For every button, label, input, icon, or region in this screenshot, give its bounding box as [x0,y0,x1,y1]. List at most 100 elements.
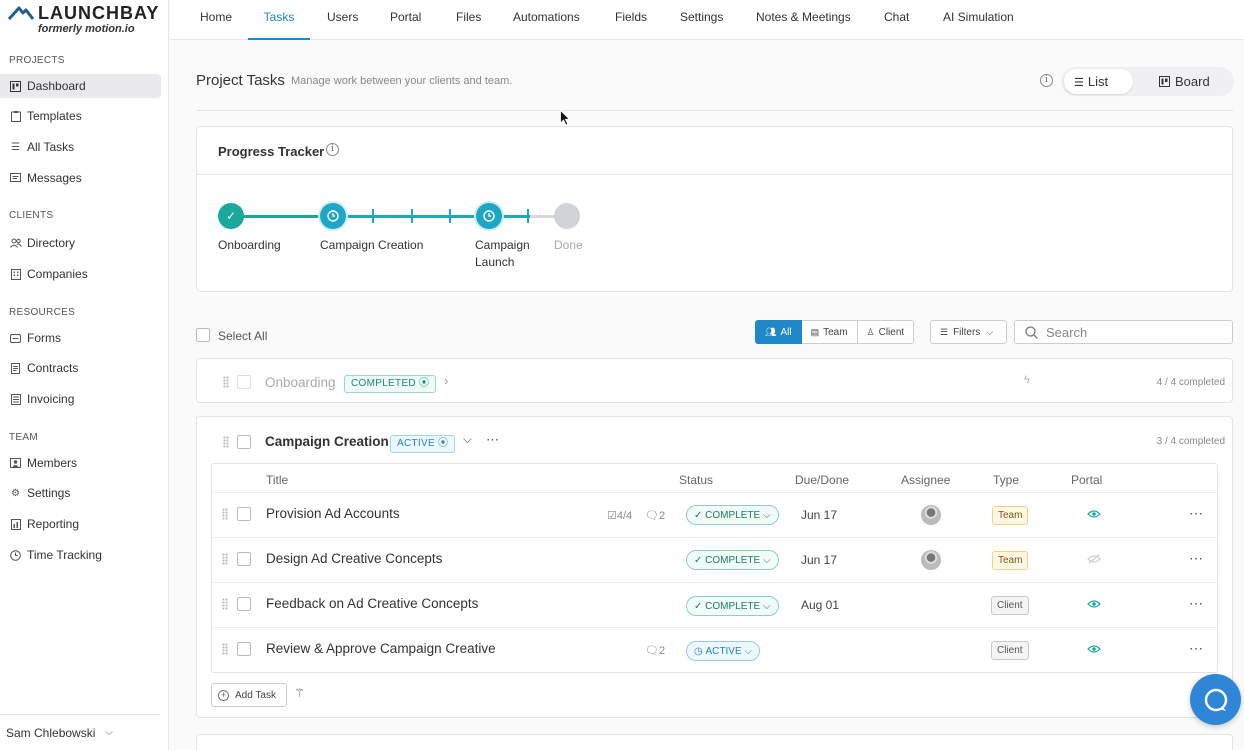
user-name: Sam Chlebowski [6,725,96,740]
select-all-checkbox[interactable] [196,328,210,342]
chevron-right-icon[interactable]: › [444,373,448,388]
tab-users[interactable]: Users [327,0,358,40]
next-group-card [196,734,1233,750]
drag-handle-icon[interactable] [223,376,229,388]
group-checkbox[interactable] [237,375,251,389]
eye-icon[interactable] [1087,644,1101,654]
filter-team-button[interactable]: ▤ Team [801,320,858,344]
help-chat-button[interactable] [1190,674,1241,725]
task-checkbox[interactable] [237,597,251,611]
sidebar-item-forms[interactable]: Forms [0,326,161,350]
task-checkbox[interactable] [237,507,251,521]
tab-files[interactable]: Files [456,0,481,40]
row-more-icon[interactable]: ⋯ [1189,595,1203,612]
drag-handle-icon[interactable] [222,553,228,565]
magic-wand-icon[interactable]: ⚚ [294,686,305,700]
sidebar-item-contracts[interactable]: Contracts [0,356,161,380]
building-icon [9,268,22,281]
top-nav: Home Tasks Users Portal Files Automation… [170,0,1244,40]
more-options-icon[interactable]: ⋯ [486,432,499,448]
drag-handle-icon[interactable] [222,643,228,655]
column-header-assignee[interactable]: Assignee [901,473,950,487]
user-menu[interactable]: Sam Chlebowski ⌵ [0,714,160,750]
sidebar-item-templates[interactable]: Templates [0,104,161,128]
drag-handle-icon[interactable] [222,508,228,520]
drag-handle-icon[interactable] [222,598,228,610]
sidebar-item-directory[interactable]: Directory [0,231,161,255]
eye-icon[interactable] [1087,509,1101,519]
sidebar-item-messages[interactable]: Messages [0,166,161,190]
tab-ai-simulation[interactable]: AI Simulation [943,0,1014,40]
sidebar-item-reporting[interactable]: Reporting [0,512,161,536]
row-more-icon[interactable]: ⋯ [1189,550,1203,567]
filter-client-button[interactable]: ♙ Client [857,320,915,344]
search-input[interactable] [1046,324,1216,340]
task-title[interactable]: Design Ad Creative Concepts [266,551,442,566]
tab-notes-meetings[interactable]: Notes & Meetings [756,0,851,40]
column-header-type[interactable]: Type [993,473,1019,487]
filter-lines-icon: ☰ [940,326,949,337]
avatar[interactable] [921,505,941,525]
milestone-completed-check-icon[interactable]: ✓ [218,203,244,229]
sidebar-item-all-tasks[interactable]: ☰ All Tasks [0,135,161,159]
team-card-icon: ▤ [810,326,820,337]
add-task-button[interactable]: + Add Task [211,683,287,707]
eye-off-icon[interactable] [1087,554,1101,564]
sidebar-item-dashboard[interactable]: Dashboard [0,74,161,98]
milestone-active-clock-icon[interactable] [320,203,346,229]
tab-fields[interactable]: Fields [615,0,647,40]
group-title[interactable]: Onboarding [265,375,336,390]
tab-home[interactable]: Home [200,0,232,40]
eye-icon[interactable] [1087,599,1101,609]
automation-bolt-icon[interactable]: ϟ [1024,374,1030,386]
task-title[interactable]: Review & Approve Campaign Creative [266,641,496,656]
column-header-due[interactable]: Due/Done [795,473,849,487]
tab-chat[interactable]: Chat [884,0,909,40]
milestone-label: Onboarding [218,238,281,252]
sidebar-item-time-tracking[interactable]: Time Tracking [0,543,161,567]
sidebar-item-label: All Tasks [27,140,75,154]
tab-portal[interactable]: Portal [390,0,421,40]
sidebar-item-companies[interactable]: Companies [0,262,161,286]
task-title[interactable]: Feedback on Ad Creative Concepts [266,596,478,611]
avatar[interactable] [921,550,941,570]
sidebar-item-label: Dashboard [27,79,86,93]
tab-automations[interactable]: Automations [513,0,580,40]
task-checkbox[interactable] [237,642,251,656]
info-icon[interactable]: i [326,143,339,156]
tab-tasks[interactable]: Tasks [248,0,310,40]
row-more-icon[interactable]: ⋯ [1189,640,1203,657]
column-header-portal[interactable]: Portal [1071,473,1102,487]
column-header-title[interactable]: Title [266,473,288,487]
progress-tracker: Progress Tracker i ✓ Onboarding Campaign… [196,126,1233,292]
chevron-down-icon: ⌵ [741,645,752,657]
group-title[interactable]: Campaign Creation [265,434,389,449]
info-icon[interactable]: i [1040,74,1053,87]
group-checkbox[interactable] [237,435,251,449]
status-dropdown[interactable]: ✓ COMPLETE ⌵ [686,505,779,525]
tab-settings[interactable]: Settings [680,0,723,40]
chevron-down-icon: ⌵ [760,600,771,612]
sidebar-item-settings[interactable]: ⚙ Settings [0,481,161,505]
row-more-icon[interactable]: ⋯ [1189,505,1203,522]
list-view-button[interactable]: ☰ List [1064,69,1133,94]
sidebar-item-label: Templates [27,109,82,123]
filter-all-button[interactable]: 👥︎ All [755,320,802,344]
status-dropdown[interactable]: ✓ COMPLETE ⌵ [686,550,779,570]
drag-handle-icon[interactable] [223,436,229,448]
sidebar-item-invoicing[interactable]: Invoicing [0,387,161,411]
chevron-down-icon[interactable]: ⌵ [463,432,472,447]
milestone-active-clock-icon[interactable] [476,203,502,229]
filters-dropdown[interactable]: ☰ Filters ⌵ [930,320,1007,344]
sidebar-item-members[interactable]: Members [0,451,161,475]
milestone-label: Campaign Launch [475,238,530,269]
milestone-pending-dot[interactable] [554,203,580,229]
task-checkbox[interactable] [237,552,251,566]
status-dropdown[interactable]: ◷ ACTIVE ⌵ [686,641,760,661]
type-badge: Team [992,506,1029,525]
column-header-status[interactable]: Status [679,473,713,487]
task-title[interactable]: Provision Ad Accounts [266,506,400,521]
status-dropdown[interactable]: ✓ COMPLETE ⌵ [686,596,779,616]
board-view-button[interactable]: Board [1149,69,1229,94]
task-tick [372,209,374,223]
